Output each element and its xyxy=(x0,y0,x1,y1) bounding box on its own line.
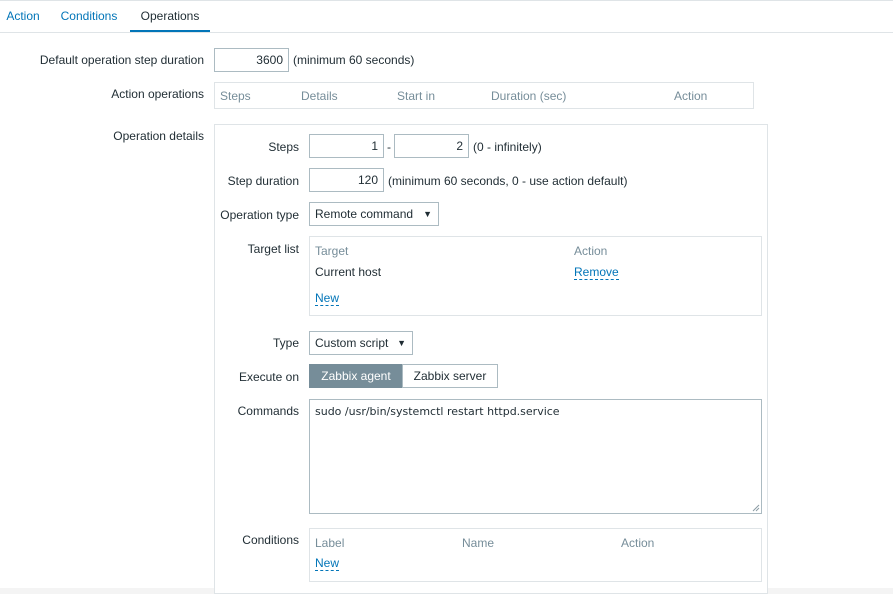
col-target-action: Action xyxy=(574,244,608,258)
default-step-duration-input[interactable]: 3600 xyxy=(214,48,289,72)
steps-separator: - xyxy=(387,140,391,154)
operation-details-panel xyxy=(214,124,768,594)
col-details: Details xyxy=(301,89,338,103)
step-duration-input[interactable]: 120 xyxy=(309,168,384,192)
default-step-duration-label: Default operation step duration xyxy=(39,53,204,67)
operation-details-label: Operation details xyxy=(113,129,204,143)
step-duration-hint: (minimum 60 seconds, 0 - use action defa… xyxy=(388,174,628,188)
steps-label: Steps xyxy=(268,140,299,154)
operations-form: Default operation step duration 3600 (mi… xyxy=(0,33,893,594)
execute-on-zabbix-server[interactable]: Zabbix server xyxy=(402,364,498,388)
new-target-link[interactable]: New xyxy=(315,292,340,306)
type-label: Type xyxy=(272,336,299,350)
col-condition-action: Action xyxy=(621,536,655,550)
commands-textarea[interactable]: sudo /usr/bin/systemctl restart httpd.se… xyxy=(309,399,762,514)
tab-bar: Action Conditions Operations xyxy=(0,1,893,33)
steps-from-input[interactable]: 1 xyxy=(309,134,384,158)
col-steps: Steps xyxy=(220,89,251,103)
target-list-table: Target Action Current host Remove New xyxy=(309,236,762,316)
caret-down-icon: ▼ xyxy=(397,338,406,348)
col-name: Name xyxy=(462,536,495,550)
conditions-label: Conditions xyxy=(242,533,299,547)
action-operations-label: Action operations xyxy=(111,87,204,101)
tab-action[interactable]: Action xyxy=(0,1,46,30)
target-current-host: Current host xyxy=(315,265,382,279)
action-operations-table: Steps Details Start in Duration (sec) Ac… xyxy=(214,82,754,109)
commands-label: Commands xyxy=(237,404,299,418)
new-condition-link[interactable]: New xyxy=(315,557,340,571)
conditions-table: Label Name Action New xyxy=(309,528,762,582)
execute-on-zabbix-agent[interactable]: Zabbix agent xyxy=(309,364,403,388)
caret-down-icon: ▼ xyxy=(423,209,432,219)
type-select[interactable]: Custom script ▼ xyxy=(309,331,413,355)
col-label: Label xyxy=(315,536,345,550)
col-action: Action xyxy=(674,89,708,103)
operation-type-label: Operation type xyxy=(220,208,299,222)
operation-type-value: Remote command xyxy=(315,207,414,221)
resize-grip-icon[interactable] xyxy=(752,504,760,512)
type-value: Custom script xyxy=(315,336,389,350)
col-target: Target xyxy=(315,244,349,258)
default-step-duration-hint: (minimum 60 seconds) xyxy=(293,53,415,67)
remove-target-link[interactable]: Remove xyxy=(574,266,619,280)
steps-to-input[interactable]: 2 xyxy=(394,134,469,158)
col-start-in: Start in xyxy=(397,89,436,103)
steps-hint: (0 - infinitely) xyxy=(473,140,542,154)
execute-on-label: Execute on xyxy=(238,370,299,384)
target-list-label: Target list xyxy=(247,242,299,256)
tab-conditions[interactable]: Conditions xyxy=(50,1,128,30)
tab-operations[interactable]: Operations xyxy=(130,1,210,32)
commands-value: sudo /usr/bin/systemctl restart httpd.se… xyxy=(315,405,560,418)
col-duration: Duration (sec) xyxy=(491,89,567,103)
operation-type-select[interactable]: Remote command ▼ xyxy=(309,202,439,226)
step-duration-label: Step duration xyxy=(227,174,299,188)
